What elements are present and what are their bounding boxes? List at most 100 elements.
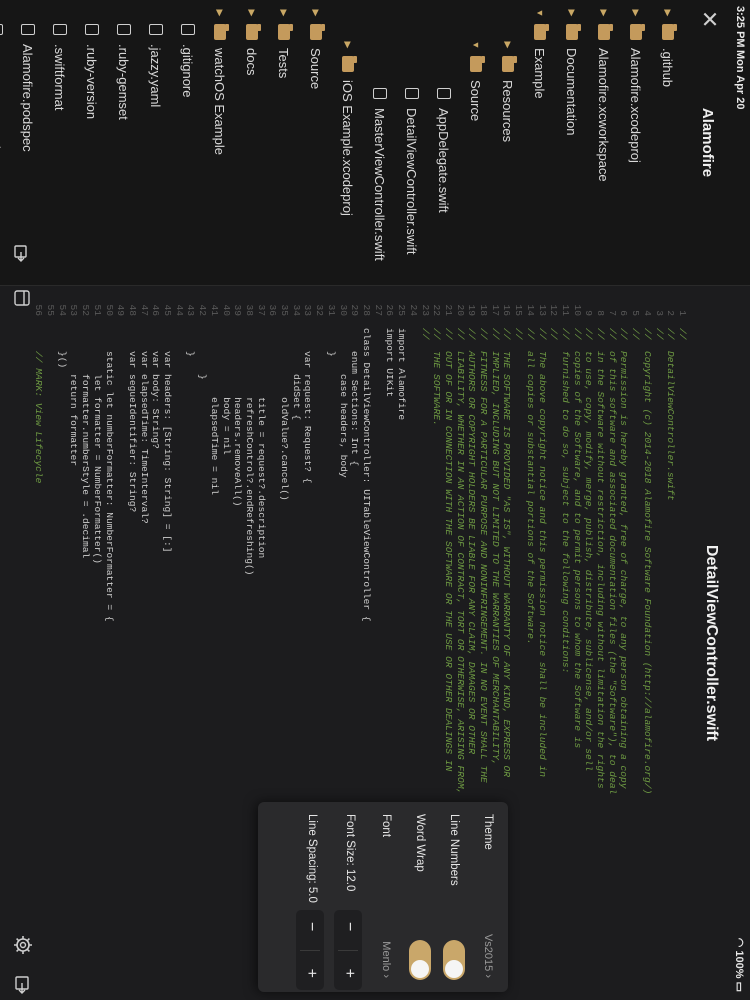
code-line: 2 // DetailViewController.swift [665, 286, 676, 1000]
line-text: // furnished to do so, subject to the fo… [559, 328, 571, 674]
line-number: 43 [185, 304, 197, 316]
line-number: 29 [349, 304, 361, 316]
sidebar-item-label: .jazzy.yaml [148, 44, 164, 108]
sidebar-item[interactable]: .gitignore [172, 0, 204, 285]
sidebar-item[interactable]: .swiftformat [44, 0, 76, 285]
line-spacing-decrease-button[interactable]: − [302, 922, 320, 931]
sidebar-item[interactable]: ▶ Documentation [556, 0, 588, 285]
line-text: didSet { [290, 328, 302, 421]
sidebar-item-label: iOS Example.xcodeproj [340, 80, 356, 216]
line-number: 55 [45, 304, 57, 316]
folder-icon [342, 56, 354, 72]
line-text: import UIKit [384, 328, 396, 398]
sidebar-title: Alamofire [699, 107, 716, 178]
sidebar-item[interactable]: ▶ Alamofire.xcworkspace [588, 0, 620, 285]
line-text: // Copyright (c) 2014-2018 Alamofire Sof… [641, 328, 653, 795]
line-text: } [185, 328, 197, 357]
sidebar-item[interactable]: .ruby-version [76, 0, 108, 285]
file-icon [21, 24, 35, 35]
line-text: }() [56, 328, 68, 369]
theme-row[interactable]: Theme Vs2015 › [482, 814, 494, 984]
code-line: 55 [44, 286, 56, 1000]
chevron-right-icon[interactable]: ▶ [663, 8, 674, 18]
line-number: 34 [290, 304, 302, 316]
sidebar-item[interactable]: ▶ iOS Example.xcodeproj [332, 0, 364, 285]
line-number: 37 [255, 304, 267, 316]
chevron-right-icon[interactable]: ▶ [567, 8, 578, 18]
sidebar-item-label: Tests [276, 48, 292, 79]
line-number: 53 [68, 304, 80, 316]
sidebar-item[interactable]: ▶ Resources [492, 0, 524, 285]
sidebar-item-label: Source [468, 80, 484, 122]
code-line: 9 // to use, copy, modify, merge, publish… [583, 286, 594, 1000]
sidebar-item-label: docs [244, 48, 260, 76]
sidebar-item[interactable]: ▶ watchOS Example [204, 0, 236, 285]
line-numbers-toggle[interactable] [443, 940, 465, 980]
sidebar-item[interactable]: ▶ Alamofire.xcodeproj [620, 0, 652, 285]
sidebar-item[interactable]: .jazzy.yaml [140, 0, 172, 285]
chevron-down-icon[interactable]: ▼ [471, 40, 481, 50]
line-number: 24 [407, 304, 419, 316]
sidebar-item[interactable]: ▶ Tests [268, 0, 300, 285]
line-text: return formatter [68, 328, 80, 467]
code-line: 53 return formatter [68, 286, 80, 1000]
word-wrap-toggle[interactable] [409, 940, 431, 980]
sidebar-item[interactable]: ▶ docs [236, 0, 268, 285]
sidebar-item[interactable]: ▶ .github [652, 0, 684, 285]
sidebar-item-label: .github [660, 48, 676, 88]
sidebar-item[interactable]: MasterViewController.swift [364, 0, 396, 285]
sidebar-item[interactable]: ▼ Source [460, 0, 492, 285]
line-text: // of this software and associated docum… [606, 328, 618, 795]
font-row[interactable]: Font Menlo › [380, 814, 392, 984]
line-number: 41 [208, 304, 220, 316]
sidebar-item[interactable]: .ruby-gemset [108, 0, 140, 285]
sidebar-item-label: DetailViewController.swift [404, 108, 420, 255]
theme-label: Theme [482, 814, 494, 850]
line-text: body = nil [220, 328, 232, 455]
code-line: 47 var elapsedTime: TimeInterval? [138, 286, 150, 1000]
sidebar-item[interactable]: DetailViewController.swift [396, 0, 428, 285]
line-text: // [653, 328, 665, 340]
chevron-right-icon[interactable]: ▶ [503, 40, 514, 50]
chevron-right-icon[interactable]: ▶ [599, 8, 610, 18]
code-line: 5 // [629, 286, 641, 1000]
chevron-right-icon[interactable]: ▶ [279, 8, 290, 18]
file-icon [149, 24, 163, 35]
code-line: 49 [115, 286, 126, 1000]
sidebar-item[interactable]: CHANGELOG.md [0, 0, 12, 285]
chevron-right-icon[interactable]: ▶ [631, 8, 642, 18]
chevron-right-icon[interactable]: ▶ [247, 8, 258, 18]
line-text: // The above copyright notice and this p… [536, 328, 548, 778]
sidebar-item[interactable]: Alamofire.podspec [12, 0, 44, 285]
sidebar-toggle-icon[interactable] [12, 288, 32, 308]
sidebar-item-label: .gitignore [180, 44, 196, 98]
line-text: // Permission is hereby granted, free of… [618, 328, 630, 789]
share-icon[interactable] [12, 974, 34, 996]
folder-icon [502, 56, 514, 72]
line-spacing-label: Line Spacing: 5.0 [306, 814, 318, 903]
line-text: // AUTHORS OR COPYRIGHT HOLDERS BE LIABL… [466, 328, 478, 755]
chevron-right-icon[interactable]: ▶ [343, 40, 354, 50]
line-number: 25 [396, 304, 408, 316]
code-line: 11 // furnished to do so, subject to the … [559, 286, 571, 1000]
chevron-right-icon[interactable]: ▶ [311, 8, 322, 18]
font-size-increase-button[interactable]: + [340, 969, 358, 978]
sidebar-item[interactable]: AppDelegate.swift [428, 0, 460, 285]
chevron-right-icon[interactable]: ▶ [215, 8, 226, 18]
line-text: static let numberFormatter: NumberFormat… [103, 328, 115, 622]
line-number: 45 [162, 304, 174, 316]
code-line: 13 // The above copyright notice and this… [536, 286, 548, 1000]
chevron-down-icon[interactable]: ▼ [535, 8, 545, 18]
line-text: enum Sections: Int { [349, 328, 361, 467]
sidebar-item-label: AppDelegate.swift [436, 108, 452, 213]
sidebar-item[interactable]: ▼ Example [524, 0, 556, 285]
gear-icon[interactable] [12, 934, 34, 956]
sidebar-item[interactable]: ▶ Source [300, 0, 332, 285]
line-text: formatter.numberStyle = .decimal [80, 328, 92, 559]
export-icon[interactable] [12, 244, 32, 264]
line-number: 27 [372, 304, 384, 316]
font-size-decrease-button[interactable]: − [340, 922, 358, 931]
line-spacing-increase-button[interactable]: + [302, 969, 320, 978]
line-number: 46 [150, 304, 162, 316]
line-text: // MARK: View Lifecycle [33, 328, 45, 484]
